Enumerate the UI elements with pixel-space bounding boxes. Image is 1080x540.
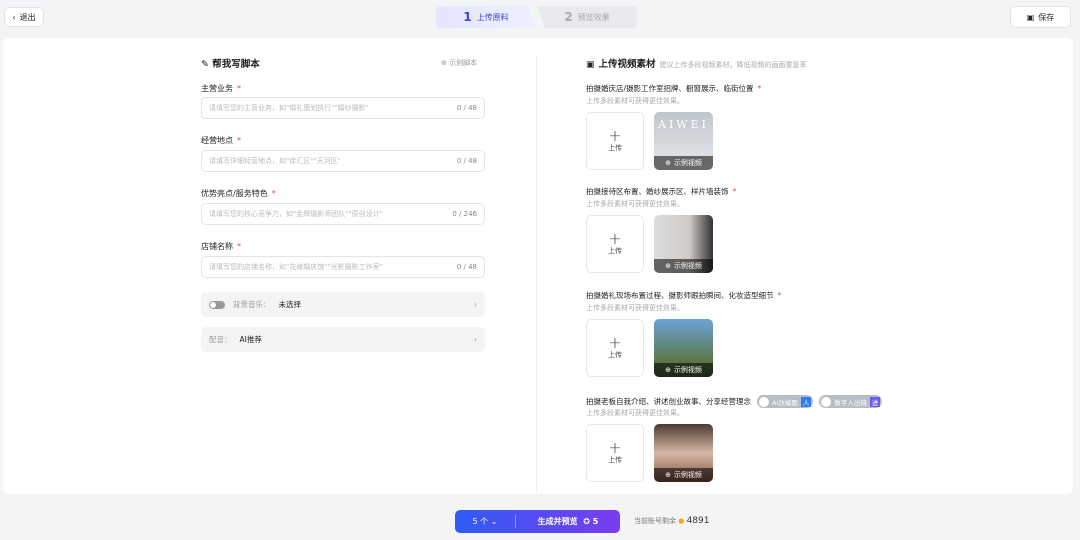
chevron-left-icon: ‹ [12, 12, 16, 22]
field-label: 经营地点 * [201, 136, 241, 145]
music-row[interactable]: 背景音乐： 未选择 › [201, 292, 485, 317]
step-1[interactable]: 1 上传原料 [436, 6, 536, 28]
section-hint: 上传多段素材可获得更佳效果。 [586, 200, 684, 208]
coin-icon: ✪ [583, 517, 590, 526]
upload-button[interactable]: + 上传 [586, 319, 644, 377]
script-title: ✎ 帮我写脚本 [201, 59, 260, 70]
section-hint: 上传多段素材可获得更佳效果。 [586, 97, 684, 105]
voice-row[interactable]: 配音： AI推荐 › [201, 327, 485, 352]
example-script-link[interactable]: ⊕ 示例脚本 [441, 58, 477, 68]
video-file-icon: ▣ [586, 60, 595, 70]
generate-button[interactable]: 生成并预览 ✪ 5 [516, 516, 620, 527]
coin-icon: ● [678, 517, 685, 525]
section-title: 拍摄婚庆店/摄影工作室招牌、橱窗展示、临街位置 * [586, 84, 762, 93]
features-input[interactable]: 请填写您的核心竞争力，如"金牌摄影师团队""原创设计" 0 / 246 [201, 203, 485, 225]
zoom-icon: ⊕ [665, 366, 671, 374]
upload-button[interactable]: + 上传 [586, 424, 644, 482]
field-label: 主营业务 * [201, 84, 241, 93]
upload-header: ▣ 上传视频素材 建议上传多段视频素材，降低视频的画面重复率 [586, 59, 807, 70]
upload-button[interactable]: + 上传 [586, 112, 644, 170]
music-toggle[interactable] [209, 300, 225, 309]
main-card [3, 38, 1073, 494]
example-video-thumb[interactable]: ⊕ 示例视频 [654, 215, 713, 273]
digital-human-toggle[interactable]: 数字人出镜进 [819, 395, 883, 408]
section-hint: 上传多段素材可获得更佳效果。 [586, 409, 684, 417]
field-label: 店铺名称 * [201, 242, 241, 251]
store-name-input[interactable]: 请填写您的店铺名称，如"花嫁婚庆馆""光影摄影工作室" 0 / 48 [201, 256, 485, 278]
exit-button[interactable]: ‹ 退出 [4, 7, 44, 27]
chevron-right-icon: › [474, 335, 477, 344]
save-button[interactable]: ▣ 保存 [1010, 6, 1071, 28]
plus-icon: + [608, 333, 622, 352]
chevron-right-icon: › [474, 300, 477, 309]
section-title: 拍摄老板自我介绍、讲述创业故事、分享经营理念 AI改编图人数字人出镜进 [586, 395, 883, 408]
field-label: 优势亮点/服务特色 * [201, 189, 276, 198]
save-icon: ▣ [1026, 12, 1035, 22]
upload-button[interactable]: + 上传 [586, 215, 644, 273]
generate-bar: 5 个 ⌄ 生成并预览 ✪ 5 [455, 510, 620, 533]
section-title: 拍摄接待区布置、婚纱展示区、样片墙装饰 * [586, 187, 737, 196]
count-select[interactable]: 5 个 ⌄ [455, 516, 515, 527]
section-title: 拍摄婚礼现场布置过程、摄影师跟拍瞬间、化妆造型细节 * [586, 291, 782, 300]
zoom-icon: ⊕ [665, 159, 671, 167]
location-input[interactable]: 请填写详细经营地点，如"徐汇区""天河区" 0 / 48 [201, 150, 485, 172]
example-video-thumb[interactable]: ⊕ 示例视频 [654, 319, 713, 377]
section-hint: 上传多段素材可获得更佳效果。 [586, 304, 684, 312]
ai-adapt-toggle[interactable]: AI改编图人 [757, 395, 814, 408]
balance: 当前账号剩余 ● 4891 [634, 516, 710, 526]
plus-icon: + [608, 438, 622, 457]
zoom-icon: ⊕ [665, 471, 671, 479]
step-2[interactable]: 2 预览效果 [537, 6, 637, 28]
divider [536, 55, 537, 493]
pencil-icon: ✎ [201, 59, 213, 70]
business-input[interactable]: 请填写您的主营业务，如"婚礼策划执行""婚纱摄影" 0 / 48 [201, 97, 485, 119]
plus-icon: + [608, 126, 622, 145]
example-video-thumb[interactable]: ⊕ 示例视频 [654, 424, 713, 482]
example-video-thumb[interactable]: AIWEI ⊕ 示例视频 [654, 112, 713, 170]
zoom-icon: ⊕ [665, 262, 671, 270]
zoom-icon: ⊕ [441, 59, 450, 67]
plus-icon: + [608, 229, 622, 248]
